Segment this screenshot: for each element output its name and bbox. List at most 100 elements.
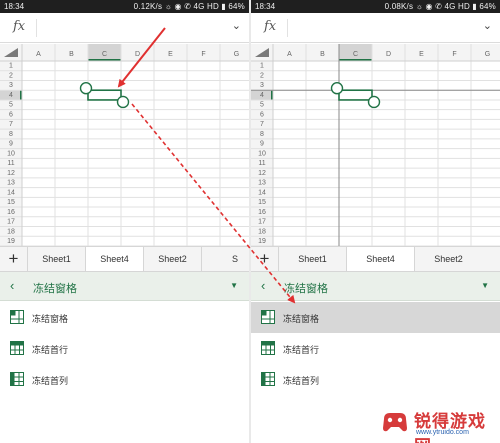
- menu-item-freeze-first-column[interactable]: 冻结首列: [0, 364, 249, 395]
- caret-down-icon[interactable]: ▼: [481, 281, 489, 290]
- gamepad-logo-icon: [383, 413, 407, 432]
- grid-svg[interactable]: A B C D E F G12345678910111213141516171819: [0, 44, 249, 246]
- grid-svg[interactable]: A B C D E F G12345678910111213141516171819: [251, 44, 500, 246]
- freeze-panes-title: 冻结窗格: [33, 283, 77, 295]
- spreadsheet-grid[interactable]: A B C D E F G 1 2 3 4 5 6 7 8 9 10 11 12 13 14 15 16 17 18 19: [0, 44, 249, 246]
- row-header-label: 18: [258, 228, 266, 235]
- column-header-label: C: [353, 51, 358, 58]
- tab-sheet1[interactable]: Sheet1: [278, 247, 346, 271]
- row-header-label: 17: [7, 219, 15, 226]
- freeze-panes-title: 冻结窗格: [284, 283, 328, 295]
- row-header-label: 3: [9, 82, 13, 89]
- screen-after: 18:34 0.08K/s ☼ ◉ ✆ 4G HD ▮ 64% fx ⌄ A B C…: [251, 0, 500, 443]
- freeze-first-column-icon: [10, 372, 24, 386]
- row-header-label: 3: [260, 82, 264, 89]
- status-time: 18:34: [4, 2, 25, 11]
- menu-item-freeze-top-row[interactable]: 冻结首行: [0, 333, 249, 364]
- freeze-first-column-icon: [261, 372, 275, 386]
- row-header-label: 15: [258, 199, 266, 206]
- row-header-label: 2: [9, 72, 13, 79]
- selected-cell: [338, 89, 373, 101]
- watermark: 锐得游戏网 www.ytruido.com: [380, 403, 498, 443]
- row-header-label: 8: [9, 131, 13, 138]
- row-header-label: 4: [9, 92, 13, 99]
- freeze-top-row-icon: [261, 341, 275, 355]
- formula-separator: [36, 19, 37, 37]
- column-header-label: C: [102, 51, 107, 58]
- status-bar: 18:34 0.08K/s ☼ ◉ ✆ 4G HD ▮ 64%: [251, 0, 500, 13]
- tab-sheet2[interactable]: Sheet2: [414, 247, 482, 271]
- column-header-label: E: [419, 51, 424, 58]
- row-header-label: 17: [258, 219, 266, 226]
- row-header-label: 8: [260, 131, 264, 138]
- row-header-label: 13: [7, 180, 15, 187]
- row-header-label: 10: [7, 150, 15, 157]
- menu-label: 冻结窗格: [283, 314, 320, 324]
- column-header-label: D: [386, 51, 391, 58]
- chevron-left-icon[interactable]: ‹: [10, 278, 14, 293]
- menu-label: 冻结首行: [283, 345, 320, 355]
- tab-sheet4[interactable]: Sheet4: [85, 247, 143, 271]
- selection-handle: [330, 82, 344, 95]
- watermark-name: 锐得游戏网: [414, 412, 486, 443]
- row-header-label: 10: [258, 150, 266, 157]
- row-header-label: 12: [258, 170, 266, 177]
- menu-label: 冻结首列: [283, 376, 320, 386]
- row-header-label: 7: [260, 121, 264, 128]
- menu-item-freeze-first-column[interactable]: 冻结首列: [251, 364, 500, 395]
- status-network: 0.12K/s ☼ ◉ ✆ 4G HD ▮ 64%: [133, 2, 245, 11]
- freeze-options-menu: 冻结窗格 冻结首行 冻结首列: [251, 302, 500, 395]
- row-header-label: 14: [258, 189, 266, 196]
- fx-icon[interactable]: fx: [264, 19, 276, 34]
- add-sheet-button[interactable]: +: [251, 247, 278, 271]
- row-header-label: 15: [7, 199, 15, 206]
- status-bar: 18:34 0.12K/s ☼ ◉ ✆ 4G HD ▮ 64%: [0, 0, 249, 13]
- formula-separator: [287, 19, 288, 37]
- chevron-down-icon[interactable]: ⌄: [232, 19, 241, 32]
- formula-bar[interactable]: fx ⌄: [0, 13, 249, 43]
- add-sheet-button[interactable]: +: [0, 247, 27, 271]
- chevron-down-icon[interactable]: ⌄: [483, 19, 492, 32]
- row-header-label: 5: [260, 102, 264, 109]
- freeze-panes-header: ‹ 冻结窗格 ▼: [0, 272, 249, 301]
- column-header-label: D: [135, 51, 140, 58]
- row-header-label: 14: [7, 189, 15, 196]
- column-header-label: A: [36, 51, 41, 58]
- screen-before: 18:34 0.12K/s ☼ ◉ ✆ 4G HD ▮ 64% fx ⌄ A B C…: [0, 0, 249, 443]
- row-header-label: 4: [260, 92, 264, 99]
- row-header-label: 1: [9, 63, 13, 70]
- tab-sheet4[interactable]: Sheet4: [346, 247, 414, 271]
- menu-label: 冻结首行: [32, 345, 69, 355]
- selected-cell: [87, 89, 122, 101]
- watermark-url: www.ytruido.com: [416, 429, 469, 436]
- spreadsheet-grid[interactable]: A B C D E F G 1 2 3 4 5 6 7 8 9 10 11 12 13 14 15 16 17 18 19: [251, 44, 500, 246]
- freeze-panes-icon: [10, 310, 24, 324]
- formula-bar[interactable]: fx ⌄: [251, 13, 500, 43]
- column-header-label: F: [452, 51, 456, 58]
- caret-down-icon[interactable]: ▼: [230, 281, 238, 290]
- row-header-label: 2: [260, 72, 264, 79]
- row-header-label: 13: [258, 180, 266, 187]
- row-header-label: 6: [9, 111, 13, 118]
- menu-item-freeze-top-row[interactable]: 冻结首行: [251, 333, 500, 364]
- tab-sheet2[interactable]: Sheet2: [143, 247, 201, 271]
- row-header-label: 9: [9, 141, 13, 148]
- row-header-label: 6: [260, 111, 264, 118]
- menu-item-freeze-panes[interactable]: 冻结窗格: [0, 302, 249, 333]
- column-header-label: G: [234, 51, 239, 58]
- row-header-label: 5: [9, 102, 13, 109]
- column-header-label: B: [320, 51, 325, 58]
- row-header-label: 12: [7, 170, 15, 177]
- menu-item-freeze-panes[interactable]: 冻结窗格: [251, 302, 500, 333]
- chevron-left-icon[interactable]: ‹: [261, 278, 265, 293]
- row-header-label: 11: [258, 160, 265, 167]
- menu-label: 冻结窗格: [32, 314, 69, 324]
- row-header-label: 16: [7, 209, 15, 216]
- selection-handle: [79, 82, 93, 95]
- row-header-label: 16: [258, 209, 266, 216]
- tab-sheet-partial[interactable]: S: [201, 247, 249, 271]
- sheet-tab-bar: + Sheet1 Sheet4 Sheet2 S: [0, 246, 249, 272]
- tab-sheet1[interactable]: Sheet1: [27, 247, 85, 271]
- row-header-label: 18: [7, 228, 15, 235]
- fx-icon[interactable]: fx: [13, 19, 25, 34]
